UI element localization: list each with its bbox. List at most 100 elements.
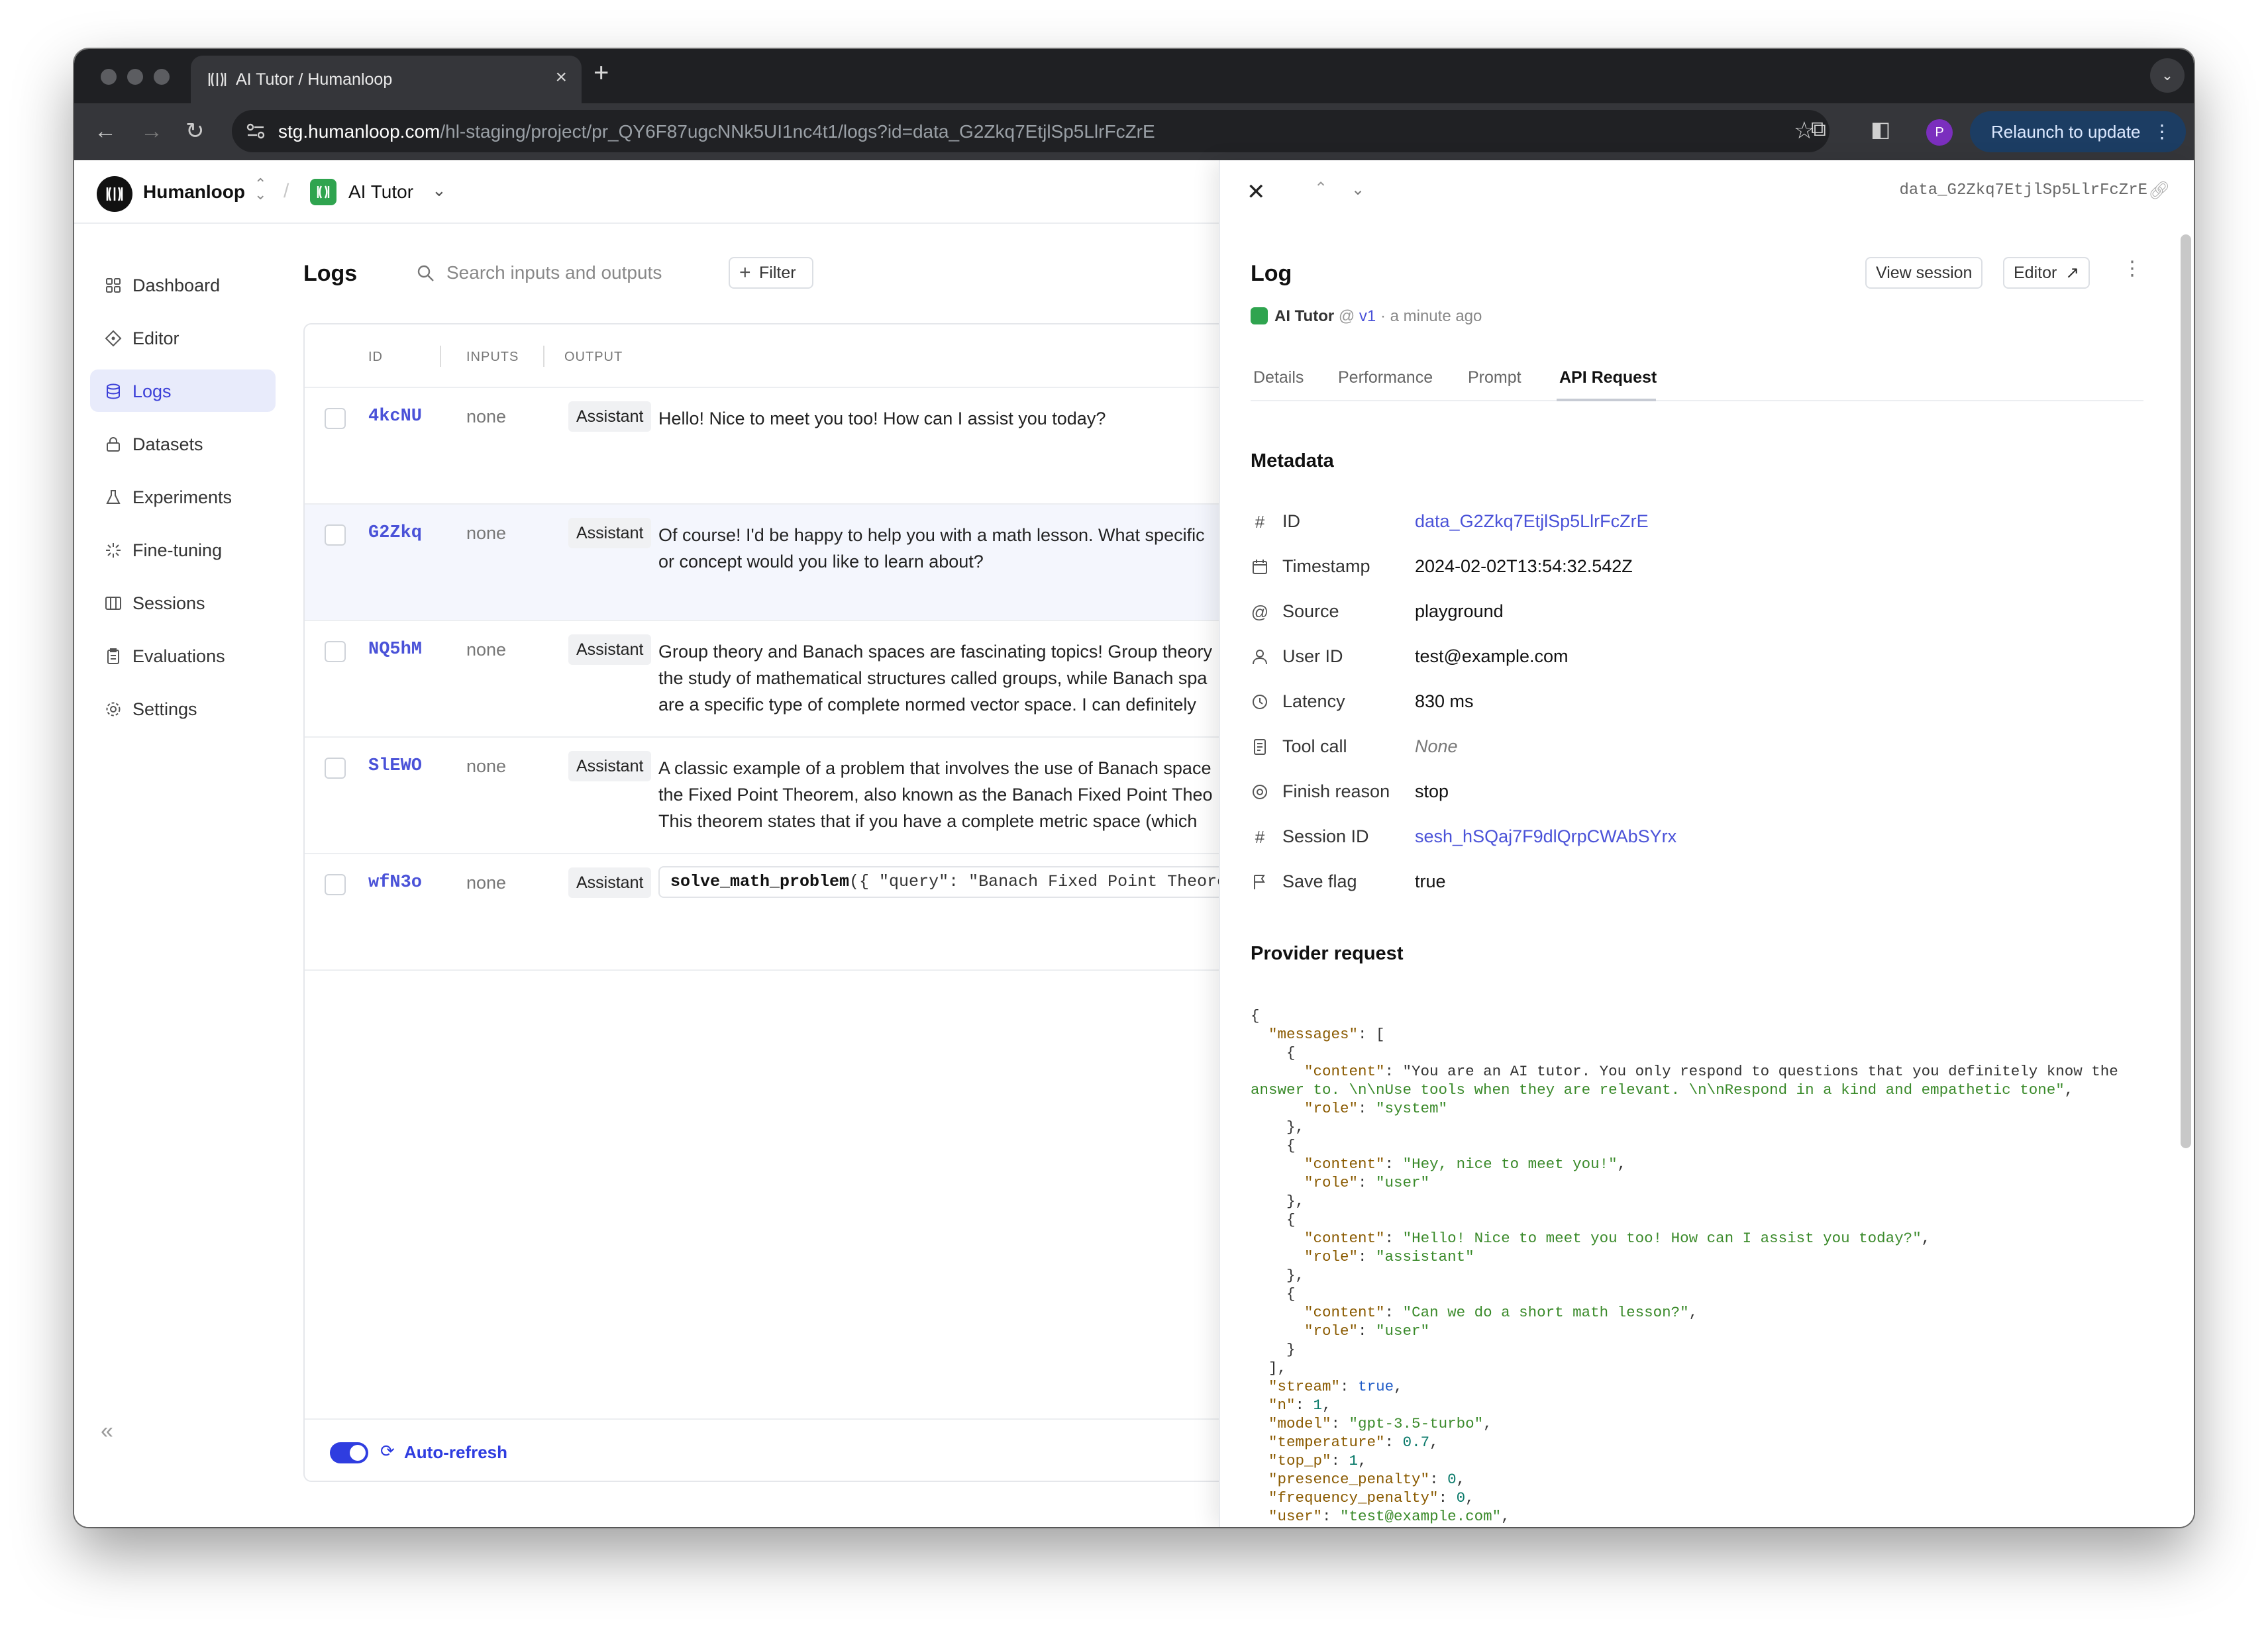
filter-button[interactable]: + Filter (729, 257, 813, 289)
column-divider[interactable] (543, 346, 544, 367)
forward-icon[interactable]: → (140, 118, 163, 144)
sidebar-item-evaluations[interactable]: Evaluations (90, 634, 276, 677)
more-vertical-icon[interactable]: ⋮ (2153, 111, 2171, 152)
subtitle-version[interactable]: v1 (1359, 307, 1376, 325)
address-bar[interactable]: stg.humanloop.com/hl-staging/project/pr_… (232, 110, 1830, 152)
code-line: "content": "You are an AI tutor. You onl… (1304, 1063, 2118, 1080)
sidebar-item-settings[interactable]: Settings (90, 687, 276, 730)
minimize-window-dot[interactable] (127, 69, 143, 85)
tab-performance[interactable]: Performance (1338, 368, 1433, 387)
tool-call-output: solve_math_problem({ "query": "Banach Fi… (658, 866, 1243, 898)
zoom-window-dot[interactable] (154, 69, 170, 85)
metadata-value[interactable]: data_G2Zkq7EtjlSp5LlrFcZrE (1415, 511, 1649, 532)
row-checkbox[interactable] (325, 524, 346, 546)
sidebar-item-label: Editor (132, 328, 180, 348)
metadata-value[interactable]: sesh_hSQaj7F9dlQrpCWAbSYrx (1415, 826, 1676, 847)
log-inputs: none (466, 523, 507, 543)
code-line: "stream": true, (1268, 1378, 1403, 1395)
copy-link-icon[interactable]: 🔗︎ (2148, 180, 2170, 201)
sidebar-item-experiments[interactable]: Experiments (90, 475, 276, 518)
org-name[interactable]: Humanloop (143, 181, 245, 203)
table-row[interactable]: NQ5hM none Assistant Group theory and Ba… (305, 621, 1243, 738)
close-window-dot[interactable] (101, 69, 117, 85)
sidebar-item-dashboard[interactable]: Dashboard (90, 264, 276, 306)
code-line: "model": "gpt-3.5-turbo", (1268, 1415, 1492, 1432)
tab-prompt[interactable]: Prompt (1468, 368, 1521, 387)
editor-button[interactable]: Editor ↗ (2003, 257, 2090, 289)
user-icon (1253, 650, 1267, 665)
reload-icon[interactable]: ↻ (185, 118, 205, 144)
column-header-id[interactable]: ID (368, 350, 383, 365)
subtitle-project[interactable]: AI Tutor (1274, 307, 1334, 325)
relaunch-button[interactable]: Relaunch to update ⋮ (1970, 111, 2186, 152)
more-options-icon[interactable]: ⋮ (2122, 257, 2142, 280)
sidebar-item-label: Experiments (132, 487, 232, 507)
tab-close-icon[interactable]: × (555, 66, 567, 89)
row-checkbox[interactable] (325, 758, 346, 779)
row-checkbox[interactable] (325, 874, 346, 895)
code-line: { (1251, 1285, 1296, 1303)
sidebar-item-label: Datasets (132, 434, 203, 454)
table-footer: ⟳ Auto-refresh (305, 1418, 1243, 1481)
tab-search-chevron-icon[interactable]: ⌄ (2150, 58, 2185, 93)
close-icon[interactable]: ✕ (1247, 179, 1266, 205)
new-tab-icon[interactable]: + (593, 58, 609, 88)
row-checkbox[interactable] (325, 408, 346, 429)
output-line: Of course! I'd be happy to help you with… (658, 525, 1205, 545)
log-id[interactable]: 4kcNU (368, 407, 422, 426)
metadata-key: Tool call (1282, 736, 1347, 756)
sidebar-item-sessions[interactable]: Sessions (90, 581, 276, 624)
project-chevron-down-icon[interactable]: ⌄ (432, 180, 446, 201)
sidebar-item-editor[interactable]: Editor (90, 317, 276, 359)
site-settings-icon[interactable] (244, 119, 268, 143)
table-row-selected[interactable]: G2Zkq none Assistant Of course! I'd be h… (305, 505, 1243, 621)
role-badge: Assistant (568, 401, 652, 432)
metadata-key: Finish reason (1282, 781, 1390, 801)
log-id[interactable]: G2Zkq (368, 523, 422, 543)
tab-api-request[interactable]: API Request (1559, 368, 1657, 387)
column-divider[interactable] (440, 346, 441, 367)
log-id[interactable]: SlEWO (368, 756, 422, 776)
hash-icon: # (1255, 512, 1265, 532)
columns-icon (105, 597, 121, 610)
log-id[interactable]: wfN3o (368, 873, 422, 893)
sidebar-item-logs[interactable]: Logs (90, 369, 276, 412)
sidebar-item-datasets[interactable]: Datasets (90, 422, 276, 465)
drawer-scrollbar[interactable] (2181, 234, 2191, 1148)
table-row[interactable]: wfN3o none Assistant solve_math_problem(… (305, 854, 1243, 971)
collapse-sidebar-icon[interactable]: « (101, 1418, 113, 1444)
url-text: stg.humanloop.com/hl-staging/project/pr_… (278, 121, 1155, 142)
view-session-button[interactable]: View session (1865, 257, 1983, 289)
sidebar-item-label: Sessions (132, 593, 205, 613)
auto-refresh-label[interactable]: Auto-refresh (404, 1442, 507, 1463)
metadata-row: Finish reason stop (1251, 776, 2112, 813)
code-line: "n": 1, (1268, 1397, 1331, 1414)
auto-refresh-toggle[interactable] (330, 1442, 368, 1463)
tab-details[interactable]: Details (1253, 368, 1304, 387)
metadata-row: Timestamp 2024-02-02T13:54:32.542Z (1251, 551, 2112, 588)
table-row[interactable]: SlEWO none Assistant A classic example o… (305, 738, 1243, 854)
org-switcher-icon[interactable]: ⌃ ⌄ (254, 177, 266, 202)
extensions-icon[interactable]: ⧉ (1811, 117, 1826, 142)
log-inputs: none (466, 640, 507, 660)
column-header-output[interactable]: OUTPUT (564, 350, 623, 365)
humanloop-logo-icon[interactable] (97, 176, 132, 212)
url-host: stg.humanloop.com (278, 121, 440, 142)
chevron-up-icon[interactable]: ⌃ (1314, 179, 1327, 198)
log-output: Group theory and Banach spaces are fasci… (658, 638, 1241, 718)
back-icon[interactable]: ← (94, 118, 117, 144)
editor-label: Editor (2014, 264, 2057, 282)
logs-table: ID INPUTS OUTPUT 4kcNU none Assistant He… (303, 323, 1244, 1482)
browser-tab[interactable]: AI Tutor / Humanloop × (191, 56, 582, 103)
metadata-row: Latency 830 ms (1251, 686, 2112, 723)
table-row[interactable]: 4kcNU none Assistant Hello! Nice to meet… (305, 388, 1243, 505)
profile-avatar[interactable]: P (1926, 119, 1953, 146)
project-name[interactable]: AI Tutor (348, 181, 413, 203)
column-header-inputs[interactable]: INPUTS (466, 350, 519, 365)
side-panel-icon[interactable]: ◧ (1871, 117, 1890, 142)
chevron-down-icon[interactable]: ⌄ (1351, 180, 1365, 199)
sidebar-item-fine-tuning[interactable]: Fine-tuning (90, 528, 276, 571)
page-title: Logs (303, 261, 358, 286)
row-checkbox[interactable] (325, 641, 346, 662)
log-id[interactable]: NQ5hM (368, 640, 422, 660)
